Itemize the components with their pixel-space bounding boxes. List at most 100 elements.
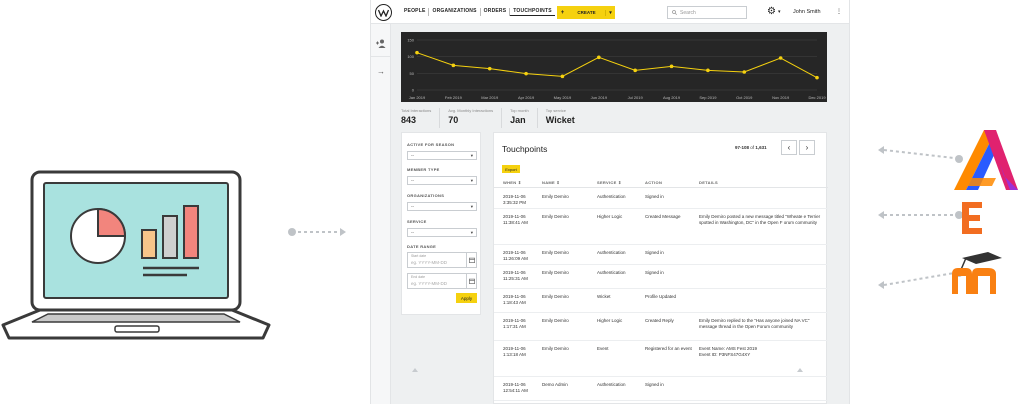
data-point[interactable] [778, 56, 783, 60]
table-row[interactable]: 2019-11-06 11:38:41 AM Emily Demiro Higher… [494, 209, 828, 245]
calendar-icon[interactable] [466, 253, 476, 267]
cell-service: Authentication [597, 382, 626, 387]
y-tick-label: 0 [412, 88, 415, 93]
service-select[interactable]: -- ▾ [407, 228, 477, 237]
cell-service: Wicket [597, 294, 611, 299]
cell-action: Created Reply [645, 318, 674, 323]
table-row[interactable]: 2019-11-06 1:17:31 AM Emily Demiro Higher … [494, 313, 828, 341]
chevron-down-icon[interactable]: ▾ [778, 9, 781, 15]
table-row[interactable]: 2019-11-06 1:18:43 AM Emily Demiro Wicket P… [494, 289, 828, 313]
cell-name: Emily Demiro [542, 346, 569, 351]
sidebar-divider [371, 56, 391, 57]
apply-button[interactable]: Apply [456, 293, 477, 303]
cell-when: 2019-11-06 12:54:11 AM [503, 382, 528, 393]
data-point[interactable] [560, 74, 565, 79]
cell-details: Emily Demiro replied to the "Has anyone … [699, 318, 810, 329]
create-label: CREATE [577, 10, 596, 15]
active-season-select[interactable]: -- ▾ [407, 151, 477, 160]
cell-name: Demo Admin [542, 382, 568, 387]
cell-service: Authentication [597, 250, 626, 255]
table-row[interactable]: 2019-11-06 1:13:18 AM Emily Demiro Event Re… [494, 341, 828, 377]
data-point[interactable] [742, 70, 747, 74]
export-button[interactable]: Export [502, 165, 520, 173]
nav-touchpoints[interactable]: TOUCHPOINTS [510, 8, 555, 16]
top-navigation-bar: PEOPLE ORGANIZATIONS ORDERS TOUCHPOINTS … [371, 0, 849, 24]
calendar-icon[interactable] [466, 274, 476, 288]
filter-label-date-range: DATE RANGE [407, 244, 437, 249]
x-tick-label: Sep 2019 [699, 95, 717, 100]
data-point[interactable] [451, 63, 456, 68]
nav-orders[interactable]: ORDERS [481, 8, 511, 16]
y-tick-label: 100 [407, 54, 414, 59]
next-page-button[interactable]: › [799, 140, 815, 155]
end-date-field[interactable]: End date eg. YYYY-MM-DD [407, 273, 477, 289]
user-name[interactable]: John Smith [793, 9, 821, 15]
main-nav: PEOPLE ORGANIZATIONS ORDERS TOUCHPOINTS [401, 8, 555, 16]
chevron-down-icon: ▾ [470, 203, 473, 209]
integration-illustration: PEOPLE ORGANIZATIONS ORDERS TOUCHPOINTS … [0, 0, 1024, 404]
column-when[interactable]: WHEN ⇕ [503, 180, 543, 185]
data-point[interactable] [815, 75, 819, 80]
organizations-select[interactable]: -- ▾ [407, 202, 477, 211]
stat-label: Avg. Monthly Interactions [448, 108, 494, 113]
column-service[interactable]: SERVICE ⇕ [597, 180, 647, 185]
gear-icon[interactable]: ⚙ [767, 6, 776, 18]
data-point[interactable] [524, 71, 528, 76]
filter-label-organizations: ORGANIZATIONS [407, 193, 445, 198]
data-point[interactable] [706, 68, 710, 73]
touchpoints-panel: Touchpoints Export 97-108 of 1,631 ‹ › W… [493, 132, 828, 404]
x-tick-label: Dec 2019 [808, 95, 826, 100]
chevron-down-icon: ▾ [470, 229, 473, 235]
scroll-up-icon[interactable] [412, 368, 418, 372]
x-tick-label: Aug 2019 [663, 95, 681, 100]
nav-people[interactable]: PEOPLE [401, 8, 430, 16]
data-point[interactable] [669, 64, 674, 69]
table-row[interactable]: 2019-11-06 11:25:31 AM Emily Demiro Authen… [494, 265, 828, 289]
previous-page-button[interactable]: ‹ [781, 140, 797, 155]
start-date-field[interactable]: Start date eg. YYYY-MM-DD [407, 252, 477, 268]
x-tick-label: May 2019 [554, 95, 572, 100]
column-name[interactable]: NAME ⇕ [542, 180, 592, 185]
add-user-icon[interactable] [374, 36, 388, 50]
more-vertical-icon[interactable]: ⋮ [836, 8, 842, 15]
select-value: -- [411, 230, 414, 235]
nav-organizations[interactable]: ORGANIZATIONS [429, 8, 481, 16]
data-point[interactable] [633, 68, 637, 73]
create-button[interactable]: + CREATE ▾ [557, 6, 615, 19]
cell-service: Higher Logic [597, 214, 623, 219]
stat-top-service: Top service Wicket [546, 108, 583, 128]
x-tick-label: Mar 2019 [481, 95, 499, 100]
series-line [416, 52, 818, 79]
start-date-label: Start date [411, 254, 427, 258]
left-sidebar: → [371, 24, 391, 404]
chevron-down-icon[interactable]: ▾ [605, 9, 615, 16]
table-row[interactable]: 2019-11-06 3:35:32 PM Emily Demiro Authent… [494, 189, 828, 209]
moodle-logo [952, 252, 1002, 294]
cell-when: 2019-11-06 1:18:43 AM [503, 294, 526, 305]
x-tick-label: Oct 2019 [736, 95, 753, 100]
data-point[interactable] [597, 55, 601, 60]
cell-when: 2019-11-06 11:38:41 AM [503, 214, 528, 225]
summary-stats: Total Interactions 843 Avg. Monthly Inte… [401, 108, 591, 128]
cell-when: 2019-11-06 1:13:18 AM [503, 346, 526, 357]
cell-details: Event Name: AMS Fest 2019 Event ID: P3NF… [699, 346, 758, 357]
brand-logo[interactable] [375, 4, 392, 21]
search-input[interactable]: Search [667, 6, 747, 19]
stat-top-month: Top month Jan [510, 108, 538, 128]
member-type-select[interactable]: -- ▾ [407, 176, 477, 185]
scroll-up-icon[interactable] [797, 368, 803, 372]
select-value: -- [411, 178, 414, 183]
app-window: PEOPLE ORGANIZATIONS ORDERS TOUCHPOINTS … [370, 0, 850, 404]
cell-when: 2019-11-06 1:17:31 AM [503, 318, 526, 329]
cell-action: Signed in [645, 270, 664, 275]
cell-action: Signed in [645, 194, 664, 199]
y-tick-label: 150 [407, 38, 414, 43]
table-row[interactable]: 2019-11-06 11:26:09 AM Emily Demiro Authen… [494, 245, 828, 265]
stat-value: Wicket [545, 115, 575, 125]
table-row[interactable]: 2019-11-06 12:54:11 AM Demo Admin Authenti… [494, 377, 828, 401]
arrow-right-icon[interactable]: → [374, 64, 388, 78]
cell-action: Signed in [645, 250, 664, 255]
data-point[interactable] [415, 50, 419, 55]
data-point[interactable] [487, 66, 492, 71]
cell-details: Emily Demiro posted a new message titled… [699, 214, 821, 225]
